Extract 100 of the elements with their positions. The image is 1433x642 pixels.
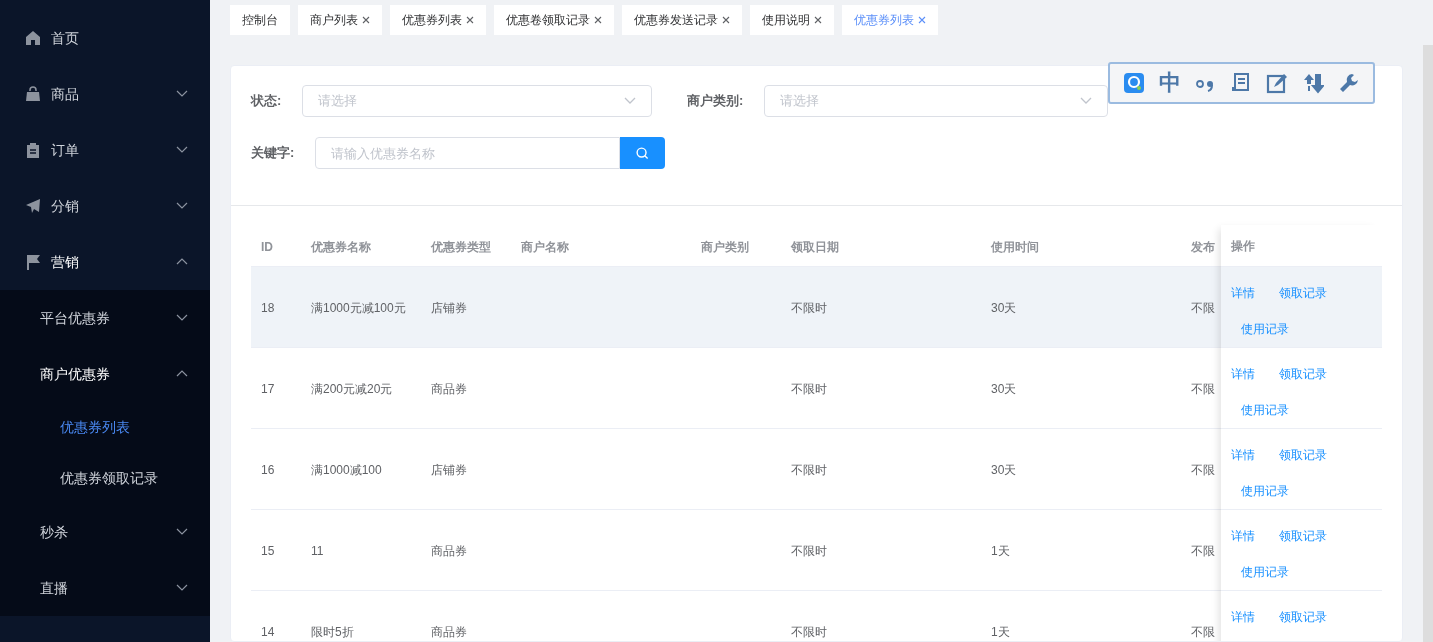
table-cell: 1天 [991,544,1010,558]
close-icon[interactable] [466,16,474,24]
close-icon[interactable] [814,16,822,24]
table-cell: 11 [311,544,324,558]
chevron-down-icon [176,90,188,98]
chevron-down-icon [176,202,188,210]
ime-button[interactable]: 中 [1158,72,1181,94]
action-link[interactable]: 领取记录 [1279,608,1327,626]
table-cell: 不限 [1191,544,1215,558]
menu-item[interactable]: 订单 [0,122,210,178]
table-cell: 满1000元减100元 [311,301,406,315]
chevron-down-icon [1080,97,1092,105]
table-cell: 不限 [1191,625,1215,639]
table-cell: 18 [261,301,275,315]
search-logo-icon[interactable] [1122,72,1145,94]
action-link[interactable]: 使用记录 [1241,403,1289,417]
column-header: 操作 [1231,237,1255,255]
table-cell: 商品券 [431,382,467,396]
table-cell: 不限 [1191,463,1215,477]
chevron-down-icon [624,97,636,105]
action-link[interactable]: 领取记录 [1279,446,1327,464]
action-link[interactable]: 领取记录 [1279,527,1327,545]
action-link[interactable]: 领取记录 [1279,284,1327,302]
keyword-input[interactable]: 请输入优惠券名称 [315,137,620,169]
table-cell: 15 [261,544,275,558]
chevron-down-icon [176,314,188,322]
tab[interactable]: 优惠卷领取记录 [494,5,614,35]
table-cell: 满1000减100 [311,463,382,477]
select-placeholder: 请选择 [318,92,357,111]
table-cell: 1天 [991,625,1010,639]
paper-plane-icon [25,198,41,214]
table-cell: 30天 [991,463,1017,477]
table-cell: 限时5折 [311,625,354,639]
tab[interactable]: 优惠券列表 [842,5,938,35]
table-cell: 16 [261,463,275,477]
action-link[interactable]: 使用记录 [1241,484,1289,498]
submenu-item[interactable]: 秒杀 [0,504,210,560]
flag-icon [25,254,41,270]
tab[interactable]: 商户列表 [298,5,382,35]
submenu-link[interactable]: 优惠券领取记录 [0,453,210,504]
table-cell: 不限 [1191,301,1215,315]
submenu-item[interactable]: 直播 [0,560,210,616]
table-cell: 不限 [1191,382,1215,396]
close-icon[interactable] [362,16,370,24]
table-cell: 14 [261,625,275,639]
filter-label: 商户类别: [687,92,745,111]
menu-item[interactable]: 分销 [0,178,210,234]
table-cell: 不限时 [791,382,827,396]
clipboard-icon [25,142,41,158]
column-header: ID [261,239,273,254]
chevron-up-icon [176,370,188,378]
close-icon[interactable] [918,16,926,24]
table-cell: 17 [261,382,275,396]
menu-item[interactable]: 商品 [0,66,210,122]
table-cell: 店铺券 [431,301,467,315]
column-header: 优惠券名称 [311,239,371,254]
column-header: 商户类别 [701,239,749,254]
home-icon [25,30,41,46]
column-header: 发布 [1191,239,1215,254]
edit-icon[interactable] [1266,72,1289,94]
action-link[interactable]: 详情 [1231,608,1255,626]
column-header: 商户名称 [521,239,569,254]
select-placeholder: 请选择 [780,92,819,111]
tab[interactable]: 优惠券列表 [390,5,486,35]
chevron-up-icon [176,258,188,266]
tab[interactable]: 使用说明 [750,5,834,35]
action-link[interactable]: 领取记录 [1279,365,1327,383]
table-cell: 30天 [991,382,1017,396]
column-header: 使用时间 [991,239,1039,254]
wrench-icon[interactable] [1338,72,1360,94]
chevron-down-icon [176,146,188,154]
table-cell: 30天 [991,301,1017,315]
table-cell: 不限时 [791,301,827,315]
action-link[interactable]: 详情 [1231,527,1255,545]
table-cell: 商品券 [431,625,467,639]
action-link[interactable]: 使用记录 [1241,322,1289,336]
action-link[interactable]: 详情 [1231,365,1255,383]
menu-item[interactable]: 营销 [0,234,210,290]
action-link[interactable]: 使用记录 [1241,565,1289,579]
shopping-bag-icon [25,86,41,102]
submenu-item[interactable]: 商户优惠券 [0,346,210,402]
tab[interactable]: 控制台 [230,5,290,35]
close-icon[interactable] [722,16,730,24]
action-link[interactable]: 详情 [1231,446,1255,464]
table-cell: 店铺券 [431,463,467,477]
submenu-item[interactable]: 平台优惠券 [0,290,210,346]
action-link[interactable]: 详情 [1231,284,1255,302]
column-header: 领取日期 [791,239,839,254]
table-cell: 不限时 [791,625,827,639]
menu-item[interactable]: 首页 [0,10,210,66]
filter-label: 状态: [251,92,283,111]
sort-icon[interactable] [1302,72,1325,94]
chevron-down-icon [176,584,188,592]
chevron-down-icon [176,528,188,536]
column-header: 优惠券类型 [431,239,491,254]
close-icon[interactable] [594,16,602,24]
submenu-link[interactable]: 优惠券列表 [0,402,210,453]
search-button[interactable] [620,137,665,169]
tab[interactable]: 优惠券发送记录 [622,5,742,35]
search-icon [636,146,649,160]
